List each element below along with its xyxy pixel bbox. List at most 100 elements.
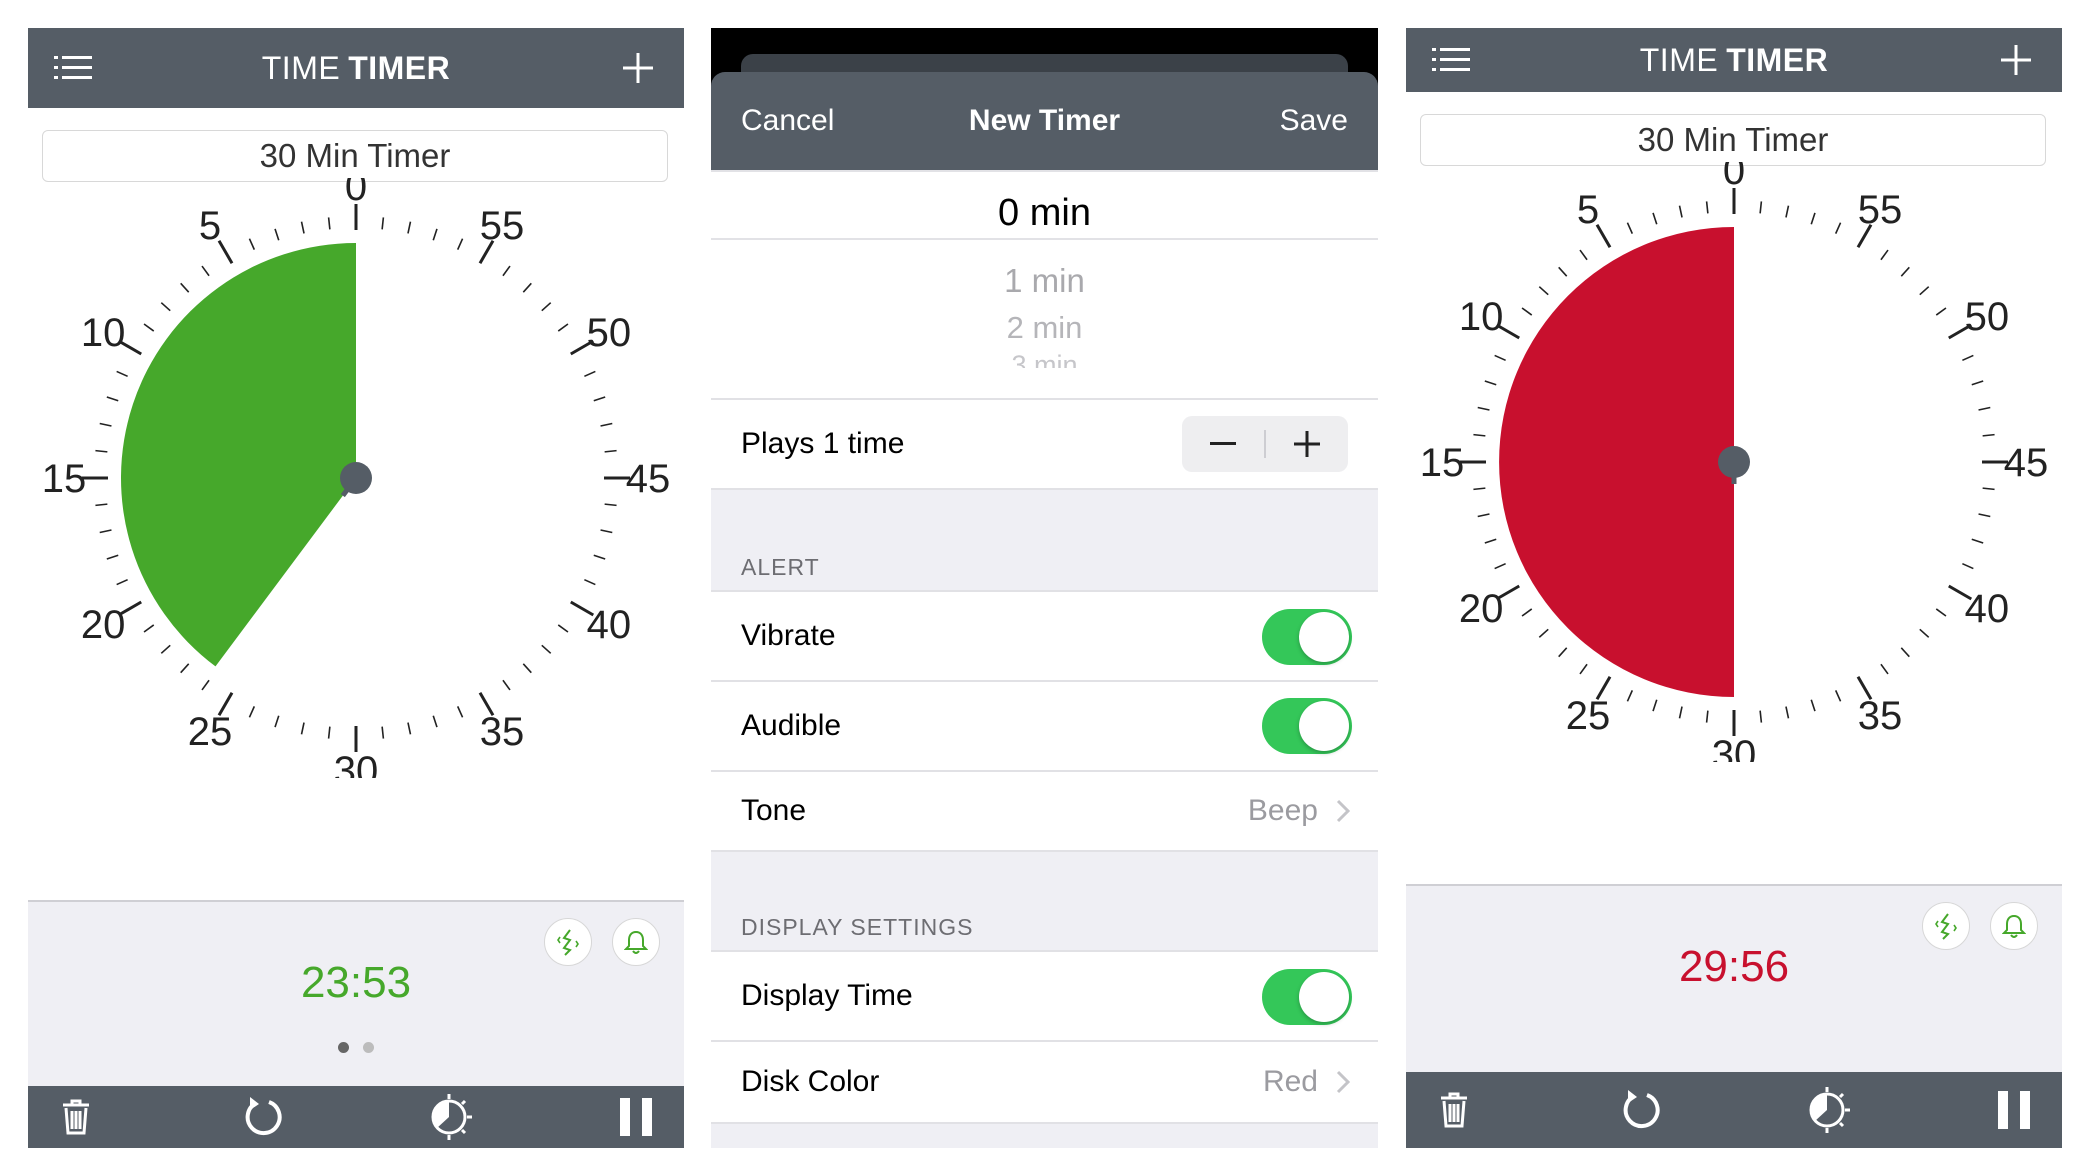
dial-label: 35 — [1858, 694, 1903, 738]
dial-minor-tick — [593, 554, 606, 560]
timer-status-area: 29:56 — [1406, 884, 2062, 1074]
timer-disk — [1499, 227, 1734, 697]
dial-minor-tick — [1538, 286, 1549, 296]
timer-name-field[interactable]: 30 Min Timer — [1420, 114, 2046, 166]
dial-minor-tick — [327, 726, 331, 739]
timer-dial[interactable]: 0 5 10 15 20 25 30 35 40 45 50 55 — [1406, 162, 2062, 762]
dial-minor-tick — [502, 679, 511, 691]
dial-minor-tick — [95, 449, 108, 453]
display-time-label: Display Time — [741, 979, 913, 1012]
display-settings-section-header: DISPLAY SETTINGS — [741, 914, 974, 940]
dial-label: 50 — [1965, 295, 2010, 339]
dial-settings-icon[interactable] — [1801, 1084, 1853, 1136]
dial-center-knob[interactable] — [1718, 446, 1750, 478]
dial-minor-tick — [300, 221, 305, 234]
dial-minor-tick — [1494, 354, 1506, 362]
page-indicator[interactable] — [28, 1042, 684, 1053]
toggle-knob — [1299, 972, 1349, 1022]
dial-label: 45 — [626, 457, 671, 501]
reset-icon[interactable] — [1615, 1084, 1667, 1136]
dial-minor-tick — [1880, 663, 1889, 675]
picker-divider — [711, 238, 1378, 240]
dial-minor-tick — [381, 217, 385, 230]
dial-minor-tick — [541, 644, 552, 654]
time-remaining: 23:53 — [300, 958, 412, 1007]
minus-icon[interactable] — [1182, 416, 1264, 472]
tone-label: Tone — [741, 794, 807, 827]
dial-label: 0 — [1723, 162, 1745, 193]
dial-minor-tick — [1810, 212, 1816, 225]
dial-minor-tick — [180, 663, 190, 674]
page-dot[interactable] — [363, 1042, 374, 1053]
pause-icon[interactable] — [610, 1091, 662, 1143]
display-time-row: Display Time — [711, 950, 1378, 1042]
dial-minor-tick — [456, 238, 464, 250]
dial-minor-tick — [116, 370, 128, 378]
timer-name-field[interactable]: 30 Min Timer — [42, 130, 668, 182]
dial-center-knob[interactable] — [340, 462, 372, 494]
picker-item[interactable]: 1 min — [711, 262, 1378, 300]
page-dot[interactable] — [338, 1042, 349, 1053]
reset-icon[interactable] — [237, 1091, 289, 1143]
dial-minor-tick — [1900, 266, 1910, 277]
dial-minor-tick — [1558, 647, 1568, 658]
dial-label: 0 — [345, 178, 367, 209]
cancel-button[interactable]: Cancel — [741, 72, 834, 170]
dial-label: 15 — [42, 457, 87, 501]
dial-minor-tick — [1834, 690, 1842, 702]
dial-minor-tick — [456, 706, 464, 718]
dial-minor-tick — [1900, 647, 1910, 658]
plays-stepper[interactable] — [1182, 416, 1348, 472]
tone-row[interactable]: Tone Beep — [711, 772, 1378, 852]
display-time-toggle[interactable] — [1262, 969, 1352, 1025]
dial-minor-tick — [600, 529, 613, 534]
audible-label: Audible — [741, 709, 842, 742]
dial-minor-tick — [1538, 628, 1549, 638]
disk-color-row[interactable]: Disk Color Red — [711, 1042, 1378, 1124]
dial-minor-tick — [1880, 249, 1889, 261]
dial-minor-tick — [1652, 699, 1658, 712]
dial-minor-tick — [1982, 487, 1995, 491]
dial-minor-tick — [1521, 608, 1533, 617]
chevron-right-icon — [1336, 1042, 1350, 1122]
save-button[interactable]: Save — [1280, 72, 1348, 170]
dial-label: 45 — [2004, 441, 2049, 485]
dial-minor-tick — [274, 715, 280, 728]
minute-picker[interactable]: 0 min 1 min 2 min 3 min — [711, 170, 1378, 400]
dial-minor-tick — [1785, 205, 1790, 218]
dial-label: 5 — [199, 204, 221, 248]
dial-minor-tick — [1935, 307, 1947, 316]
disk-color-label: Disk Color — [741, 1065, 880, 1098]
disk-color-value: Red — [1262, 1065, 1318, 1098]
picker-divider — [711, 170, 1378, 172]
dial-minor-tick — [604, 449, 617, 453]
picker-item-selected[interactable]: 0 min — [711, 192, 1378, 235]
plus-icon[interactable] — [1986, 28, 2046, 92]
plus-icon[interactable] — [608, 28, 668, 108]
dial-minor-tick — [1978, 513, 1991, 518]
plays-row: Plays 1 time — [711, 398, 1378, 490]
trash-icon[interactable] — [1428, 1084, 1480, 1136]
dial-minor-tick — [1579, 663, 1588, 675]
vibrate-toggle[interactable] — [1262, 609, 1352, 665]
dial-label: 15 — [1420, 441, 1465, 485]
dial-label: 10 — [1459, 295, 1504, 339]
plus-icon[interactable] — [1266, 416, 1348, 472]
timer-dial[interactable]: 0 5 10 15 20 25 30 35 40 45 50 55 — [28, 178, 684, 778]
app-title-bold: TIMER — [1726, 41, 1829, 78]
app-header: TIME TIMER — [28, 28, 684, 108]
dial-minor-tick — [1962, 354, 1974, 362]
picker-item[interactable]: 3 min — [711, 350, 1378, 368]
dial-settings-icon[interactable] — [423, 1091, 475, 1143]
dial-minor-tick — [1473, 433, 1486, 437]
trash-icon[interactable] — [50, 1091, 102, 1143]
audible-toggle[interactable] — [1262, 698, 1352, 754]
dial-label: 55 — [480, 204, 525, 248]
dial-minor-tick — [381, 726, 385, 739]
dial-minor-tick — [1484, 380, 1497, 386]
dial-minor-tick — [248, 238, 256, 250]
pause-icon[interactable] — [1988, 1084, 2040, 1136]
picker-item[interactable]: 2 min — [711, 310, 1378, 346]
dial-minor-tick — [432, 228, 438, 241]
dial-minor-tick — [180, 282, 190, 293]
